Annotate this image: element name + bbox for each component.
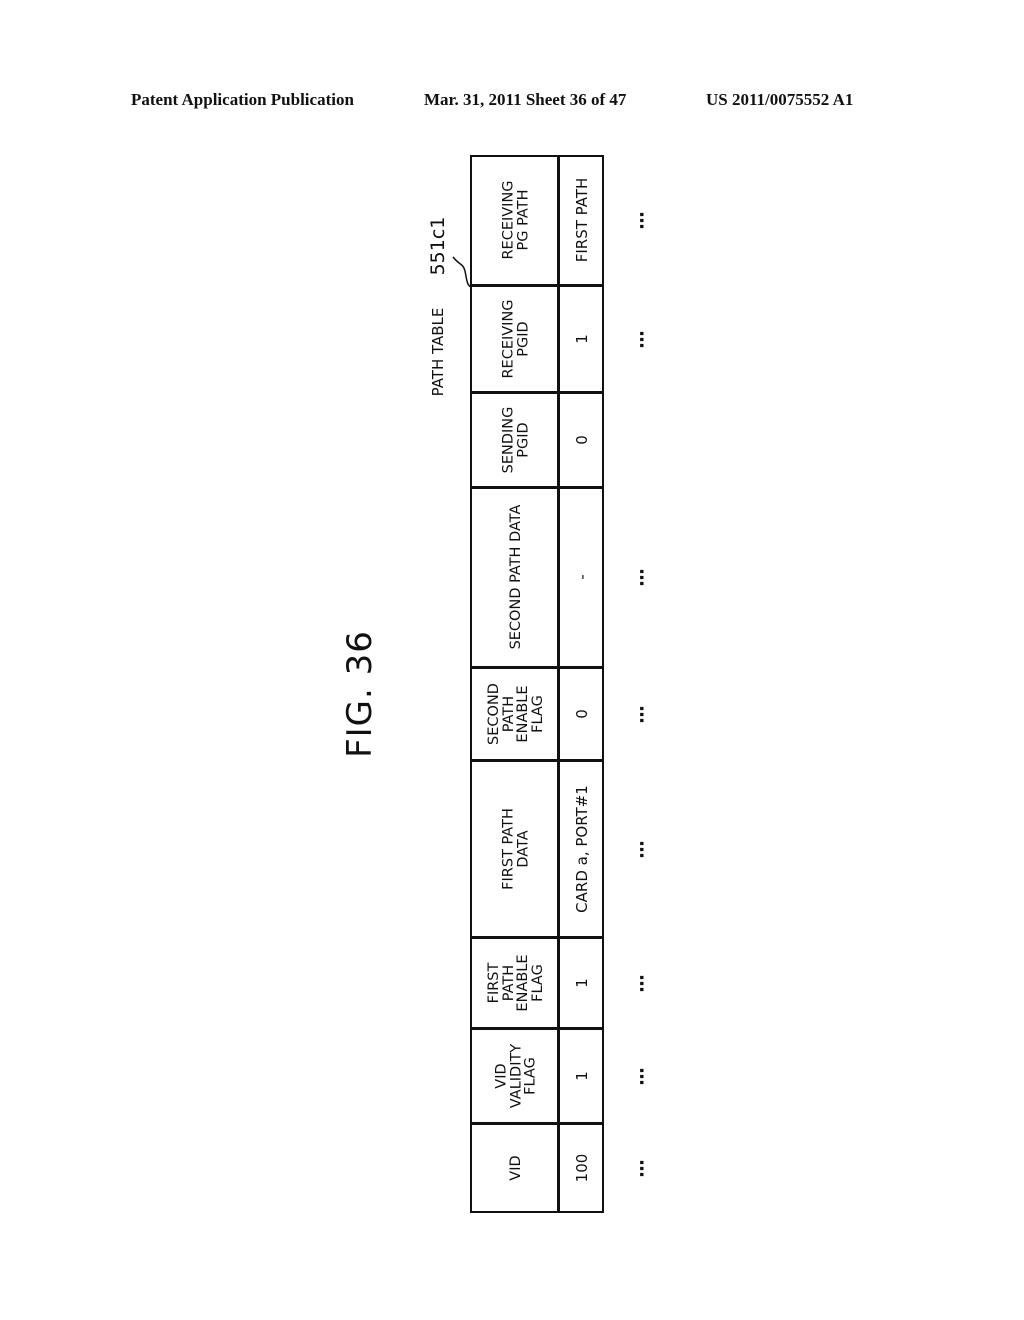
cell-value: 100: [573, 1153, 591, 1182]
continuation-ellipsis: …: [627, 839, 649, 858]
continuation-ellipsis: …: [627, 1066, 649, 1085]
cell-value: 1: [573, 1070, 591, 1081]
column-header: SECOND PATH DATA: [507, 504, 524, 650]
continuation-ellipsis: …: [627, 704, 649, 723]
continuation-ellipsis: …: [627, 210, 649, 230]
column-header: VID VALIDITY FLAG: [493, 1043, 539, 1108]
cell-value: FIRST PATH: [573, 177, 591, 263]
patent-number: US 2011/0075552 A1: [706, 90, 854, 109]
cell-value: 1: [573, 333, 591, 344]
figure-label: FIG. 36: [340, 630, 380, 758]
continuation-ellipsis: …: [627, 1158, 649, 1177]
cell-value: 1: [573, 977, 591, 988]
column-header: VID: [507, 1154, 524, 1181]
table-title: PATH TABLE: [429, 307, 447, 397]
continuation-ellipsis: …: [627, 329, 649, 348]
column-header: SECOND PATH ENABLE FLAG: [486, 682, 546, 745]
publication-label: Patent Application Publication: [131, 90, 354, 109]
date-sheet-label: Mar. 31, 2011 Sheet 36 of 47: [424, 90, 627, 109]
continuation-ellipsis: …: [627, 567, 649, 587]
cell-value: -: [573, 574, 591, 580]
column-header: FIRST PATH DATA: [500, 807, 532, 890]
column-header: RECEIVING PGID: [500, 298, 532, 379]
cell-value: 0: [573, 434, 591, 445]
column-header: SENDING PGID: [500, 406, 532, 473]
column-header: FIRST PATH ENABLE FLAG: [486, 953, 546, 1012]
continuation-ellipsis: …: [627, 973, 649, 992]
cell-value: 0: [573, 708, 591, 719]
cell-value: CARD a, PORT#1: [573, 784, 591, 913]
column-header: RECEIVING PG PATH: [500, 180, 532, 260]
